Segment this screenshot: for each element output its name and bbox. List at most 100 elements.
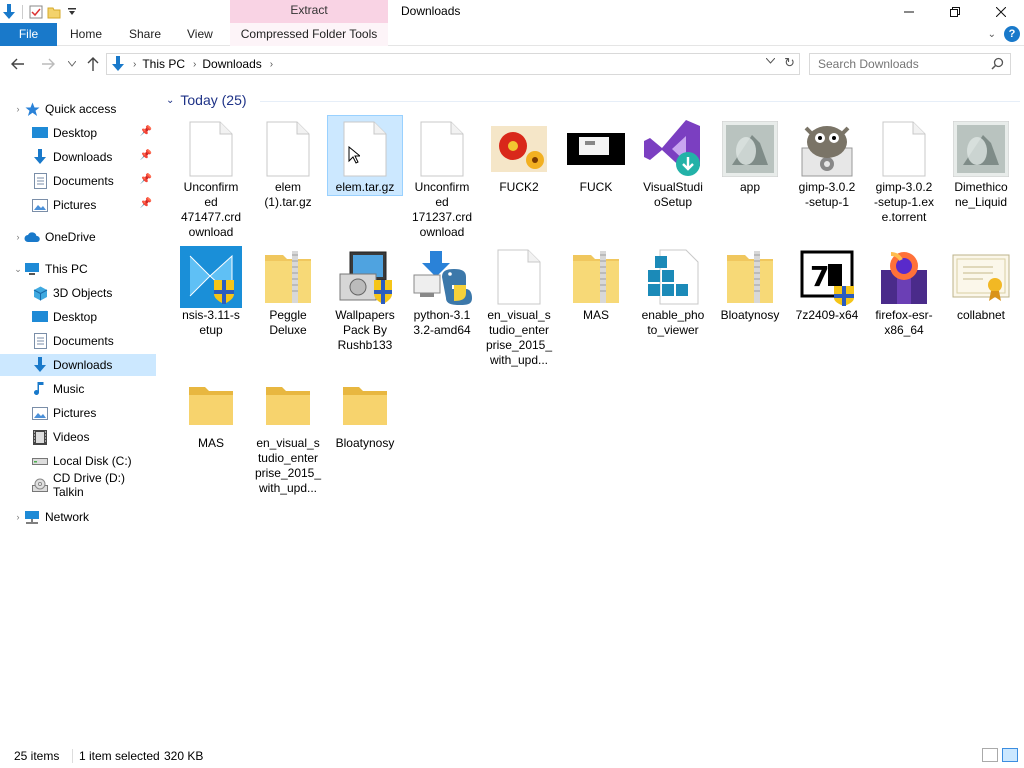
sidebar-item-onedrive[interactable]: › OneDrive (0, 226, 156, 248)
pin-icon[interactable]: 📌 (140, 198, 152, 209)
file-item[interactable]: Dimethico ne_Liquid (944, 116, 1018, 210)
sidebar-item-pictures[interactable]: Pictures 📌 (0, 194, 156, 216)
new-folder-icon[interactable] (45, 3, 63, 21)
file-item[interactable]: 7 7z2409-x64 (790, 244, 864, 323)
file-item[interactable]: app (713, 116, 787, 195)
recent-locations-button[interactable] (62, 54, 82, 74)
sidebar-item-3d-objects[interactable]: 3D Objects (0, 282, 156, 304)
file-item[interactable]: gimp-3.0.2 -setup-1.ex e.torrent (867, 116, 941, 225)
sidebar-item-documents-pc[interactable]: Documents (0, 330, 156, 352)
search-input[interactable] (818, 54, 988, 74)
sidebar-item-network[interactable]: › Network (0, 506, 156, 528)
sidebar-item-videos[interactable]: Videos (0, 426, 156, 448)
file-item[interactable]: elem (1).tar.gz (251, 116, 325, 210)
pictures-icon (32, 405, 48, 421)
customize-toolbar-icon[interactable] (63, 3, 81, 21)
tab-share[interactable]: Share (129, 23, 161, 46)
download-arrow-icon (32, 149, 48, 165)
sidebar-item-pictures-pc[interactable]: Pictures (0, 402, 156, 424)
file-item[interactable]: firefox-esr- x86_64 (867, 244, 941, 338)
pin-icon[interactable]: 📌 (140, 150, 152, 161)
status-item-count: 25 items (14, 749, 60, 763)
file-item[interactable]: en_visual_s tudio_enter prise_2015_ with… (251, 372, 325, 496)
toolbar-divider (22, 4, 23, 19)
refresh-icon[interactable]: ↻ (784, 55, 795, 71)
chevron-right-icon[interactable]: › (12, 232, 24, 242)
sidebar-item-cd-drive[interactable]: CD Drive (D:) Talkin (0, 471, 156, 499)
close-button[interactable] (978, 0, 1024, 23)
status-selection: 1 item selected (79, 749, 160, 763)
file-item[interactable]: FUCK2 (482, 116, 556, 195)
file-item[interactable]: Peggle Deluxe (251, 244, 325, 338)
large-icons-view-icon[interactable] (1002, 748, 1018, 762)
sidebar-item-music[interactable]: Music (0, 378, 156, 400)
file-item[interactable]: Unconfirm ed 171237.crd ownload (405, 116, 479, 240)
chevron-right-icon[interactable]: › (133, 59, 136, 70)
sidebar-item-documents[interactable]: Documents 📌 (0, 170, 156, 192)
restore-button[interactable] (932, 0, 978, 23)
file-item[interactable]: gimp-3.0.2 -setup-1 (790, 116, 864, 210)
expand-ribbon-icon[interactable]: ⌄ (988, 29, 996, 40)
tab-home[interactable]: Home (70, 23, 102, 46)
file-item[interactable]: VisualStudi oSetup (636, 116, 710, 210)
details-view-icon[interactable] (982, 748, 998, 762)
chevron-down-icon[interactable]: ⌄ (12, 264, 24, 275)
file-item[interactable]: enable_pho to_viewer (636, 244, 710, 338)
file-name: firefox-esr- x86_64 (875, 308, 933, 337)
sidebar-item-label: Desktop (53, 126, 98, 140)
desktop-icon (32, 125, 48, 141)
sidebar-item-this-pc[interactable]: ⌄ This PC (0, 258, 156, 280)
photo-thumbnail-icon (719, 118, 781, 180)
address-bar[interactable]: › This PC › Downloads › ↻ (106, 53, 800, 75)
chevron-right-icon[interactable]: › (12, 104, 24, 114)
file-item[interactable]: collabnet (944, 244, 1018, 323)
sidebar-item-label: 3D Objects (53, 286, 113, 300)
file-item[interactable]: Bloatynosy (328, 372, 402, 451)
file-item[interactable]: MAS (559, 244, 633, 323)
group-header-label: Today (25) (180, 92, 247, 108)
sidebar-item-downloads-pc[interactable]: Downloads (0, 354, 156, 376)
breadcrumb-downloads[interactable]: Downloads (202, 57, 261, 71)
file-name: Bloatynosy (335, 436, 395, 450)
chevron-right-icon[interactable]: › (193, 59, 196, 70)
chevron-right-icon[interactable]: › (12, 512, 24, 522)
file-item[interactable]: Unconfirm ed 471477.crd ownload (174, 116, 248, 240)
minimize-button[interactable] (886, 0, 932, 23)
sidebar-item-local-disk[interactable]: Local Disk (C:) (0, 450, 156, 472)
help-icon[interactable]: ? (1004, 26, 1020, 42)
tab-compressed-folder-tools[interactable]: Compressed Folder Tools (230, 23, 388, 46)
file-item[interactable]: nsis-3.11-s etup (174, 244, 248, 338)
forward-button[interactable] (38, 54, 58, 74)
file-item[interactable]: Bloatynosy (713, 244, 787, 323)
chevron-right-icon[interactable]: › (270, 59, 273, 70)
file-item[interactable]: elem.tar.gz (327, 115, 403, 196)
properties-icon[interactable] (27, 3, 45, 21)
blank-file-icon (334, 118, 396, 180)
search-box[interactable] (809, 53, 1011, 75)
breadcrumb-this-pc[interactable]: This PC (142, 57, 185, 71)
group-header[interactable]: ⌄ Today (25) (166, 92, 247, 108)
file-item[interactable]: en_visual_s tudio_enter prise_2015_ with… (482, 244, 556, 368)
sidebar-item-desktop-pc[interactable]: Desktop (0, 306, 156, 328)
blank-file-icon (180, 118, 242, 180)
sidebar-item-desktop[interactable]: Desktop 📌 (0, 122, 156, 144)
tab-file[interactable]: File (0, 23, 57, 46)
sidebar-item-downloads[interactable]: Downloads 📌 (0, 146, 156, 168)
chevron-down-icon[interactable]: ⌄ (166, 95, 174, 106)
download-arrow-icon[interactable] (0, 3, 18, 21)
back-button[interactable] (8, 54, 28, 74)
sidebar-item-quick-access[interactable]: › Quick access (0, 98, 156, 120)
address-history-icon[interactable] (765, 56, 776, 67)
pin-icon[interactable]: 📌 (140, 126, 152, 137)
search-icon[interactable] (991, 57, 1004, 73)
file-item[interactable]: Wallpapers Pack By Rushb133 (328, 244, 402, 353)
file-item[interactable]: python-3.1 3.2-amd64 (405, 244, 479, 338)
restore-icon (950, 6, 960, 17)
group-divider (260, 101, 1020, 102)
up-button[interactable] (83, 54, 103, 74)
pin-icon[interactable]: 📌 (140, 174, 152, 185)
file-item[interactable]: FUCK (559, 116, 633, 195)
file-item[interactable]: MAS (174, 372, 248, 451)
tab-view[interactable]: View (187, 23, 213, 46)
cube-icon (32, 285, 48, 301)
